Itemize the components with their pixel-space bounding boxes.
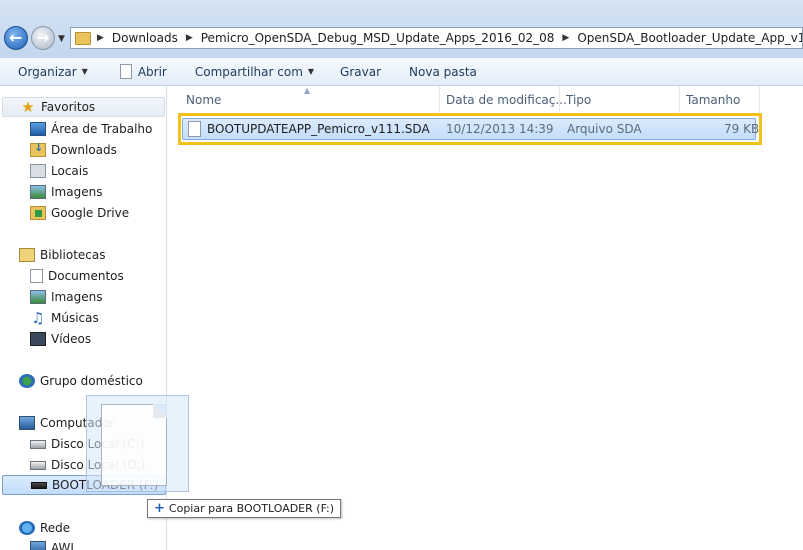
chevron-right-icon[interactable]: ▶ — [186, 33, 193, 43]
share-button[interactable]: Compartilhar com ▼ — [179, 58, 326, 86]
libraries-icon — [19, 248, 35, 262]
nav-network-label: Rede — [40, 521, 71, 535]
nav-item-downloads[interactable]: Downloads — [30, 140, 117, 160]
nav-item-imagens-lib[interactable]: Imagens — [30, 287, 102, 307]
file-icon — [188, 121, 201, 137]
file-list: ▲ Nome Data de modificaç... Tipo Tamanho… — [168, 86, 803, 550]
downloads-folder-icon — [30, 141, 46, 157]
burn-button[interactable]: Gravar — [326, 58, 393, 86]
column-header-label: Tipo — [566, 93, 592, 107]
music-note-icon: ♫ — [31, 309, 45, 327]
usb-drive-icon — [31, 481, 47, 489]
table-row[interactable]: BOOTUPDATEAPP_Pemicro_v111.SDA 10/12/201… — [182, 118, 760, 140]
command-bar: Organizar ▼ Abrir Compartilhar com ▼ Gra… — [0, 58, 803, 86]
chevron-right-icon[interactable]: ▶ — [97, 33, 104, 43]
column-header-label: Nome — [186, 93, 222, 107]
nav-item-label: Músicas — [51, 311, 99, 325]
network-icon — [19, 521, 35, 535]
homegroup-icon — [19, 374, 35, 388]
star-icon: ★ — [21, 98, 35, 116]
hard-disk-icon — [30, 460, 46, 470]
address-bar[interactable]: ▶ Downloads ▶ Pemicro_OpenSDA_Debug_MSD_… — [70, 27, 803, 49]
drag-preview — [86, 395, 189, 492]
nav-item-imagens-fav[interactable]: Imagens — [30, 182, 102, 202]
nav-libraries-label: Bibliotecas — [40, 248, 106, 262]
file-size: 79 KB — [724, 122, 760, 136]
nav-item-label: AWI — [51, 541, 74, 550]
nav-favorites[interactable]: ★ Favoritos — [2, 97, 165, 117]
nav-item-desktop[interactable]: Área de Trabalho — [30, 119, 152, 139]
nav-network[interactable]: Rede — [19, 518, 70, 538]
share-label: Compartilhar com — [194, 64, 303, 79]
computer-icon — [19, 416, 35, 430]
recent-places-icon — [30, 164, 46, 178]
new-folder-button[interactable]: Nova pasta — [393, 58, 489, 86]
nav-item-videos[interactable]: Vídeos — [30, 329, 91, 349]
column-header-name[interactable]: Nome — [180, 86, 440, 114]
breadcrumb-downloads[interactable]: Downloads — [112, 31, 178, 45]
chevron-down-icon: ▼ — [81, 67, 88, 76]
column-header-size[interactable]: Tamanho — [680, 86, 760, 114]
folder-icon — [75, 31, 91, 45]
nav-libraries[interactable]: Bibliotecas — [19, 245, 105, 265]
drag-copy-tooltip-text: Copiar para BOOTLOADER (F:) — [168, 502, 335, 515]
file-page-icon — [101, 404, 167, 486]
column-header-label: Data de modificaç... — [446, 93, 567, 107]
file-type: Arquivo SDA — [567, 122, 642, 136]
new-folder-label: Nova pasta — [409, 64, 477, 79]
nav-item-musicas[interactable]: ♫ Músicas — [30, 308, 99, 328]
breadcrumb-bootloader-update-app[interactable]: OpenSDA_Bootloader_Update_App_v111_2013_… — [577, 31, 802, 45]
pictures-icon — [30, 290, 46, 304]
chevron-right-icon[interactable]: ▶ — [562, 33, 569, 43]
breadcrumb-pemicro-apps[interactable]: Pemicro_OpenSDA_Debug_MSD_Update_Apps_20… — [201, 31, 555, 45]
file-date: 10/12/2013 14:39 — [446, 122, 554, 136]
recent-pages-chevron-icon[interactable]: ▼ — [58, 34, 65, 44]
nav-item-locais[interactable]: Locais — [30, 161, 88, 181]
nav-item-label: Imagens — [51, 185, 103, 199]
video-icon — [30, 332, 46, 346]
nav-item-google-drive[interactable]: Google Drive — [30, 203, 129, 223]
pictures-icon — [30, 185, 46, 199]
back-button[interactable] — [4, 26, 28, 50]
organize-label: Organizar — [18, 64, 77, 79]
nav-item-label: Locais — [51, 164, 89, 178]
nav-item-label: Documentos — [48, 269, 124, 283]
nav-item-label: Área de Trabalho — [51, 122, 153, 136]
column-header-label: Tamanho — [686, 93, 741, 107]
nav-item-label: Vídeos — [51, 332, 92, 346]
nav-item-documentos[interactable]: Documentos — [30, 266, 124, 286]
nav-item-awi[interactable]: AWI — [30, 538, 74, 550]
open-label: Abrir — [137, 64, 167, 79]
column-header-type[interactable]: Tipo — [560, 86, 680, 114]
plus-icon: + — [154, 501, 165, 516]
open-button[interactable]: Abrir — [100, 58, 179, 86]
desktop-icon — [30, 122, 46, 136]
google-drive-icon — [30, 206, 46, 220]
chevron-down-icon: ▼ — [307, 67, 315, 76]
computer-icon — [30, 541, 46, 550]
document-icon — [119, 64, 132, 79]
nav-homegroup-label: Grupo doméstico — [40, 374, 143, 388]
burn-label: Gravar — [340, 64, 382, 79]
address-toolbar: ▼ ▶ Downloads ▶ Pemicro_OpenSDA_Debug_MS… — [0, 0, 803, 58]
nav-item-label: Google Drive — [51, 206, 130, 220]
documents-icon — [30, 269, 43, 283]
column-header-date[interactable]: Data de modificaç... — [440, 86, 567, 114]
nav-favorites-label: Favoritos — [41, 100, 96, 114]
nav-item-label: Downloads — [51, 143, 117, 157]
forward-button[interactable] — [31, 26, 55, 50]
organize-button[interactable]: Organizar ▼ — [0, 58, 100, 86]
file-name: BOOTUPDATEAPP_Pemicro_v111.SDA — [207, 122, 430, 136]
nav-homegroup[interactable]: Grupo doméstico — [19, 371, 143, 391]
hard-disk-icon — [30, 439, 46, 449]
drag-copy-tooltip: + Copiar para BOOTLOADER (F:) — [147, 499, 342, 518]
nav-item-label: Imagens — [51, 290, 103, 304]
